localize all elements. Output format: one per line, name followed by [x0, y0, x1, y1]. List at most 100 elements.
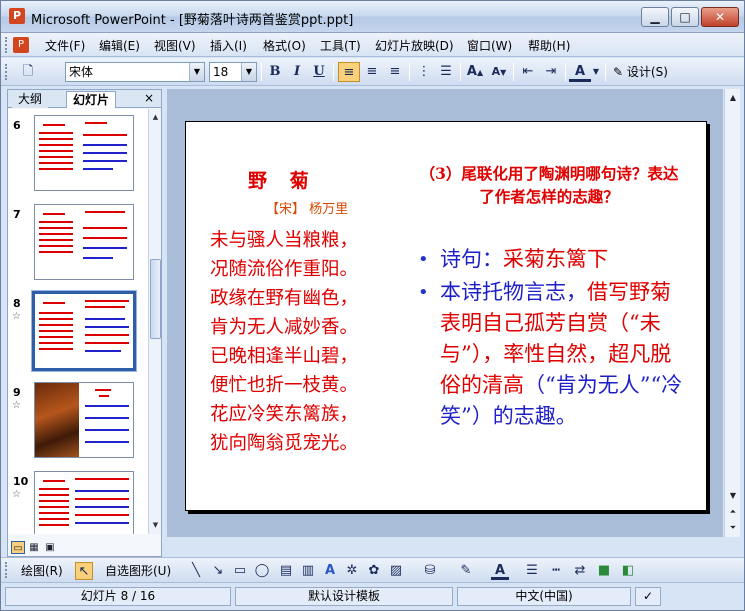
slide-thumbnail-8[interactable]	[31, 290, 137, 372]
decrease-font-icon[interactable]: A▼	[488, 62, 510, 82]
arrow-icon[interactable]: ↘	[209, 562, 227, 580]
thumbnails-scrollbar[interactable]: ▲ ▼	[148, 109, 161, 534]
increase-indent-icon[interactable]: ⇥	[540, 62, 562, 82]
3d-style-icon[interactable]: ◧	[619, 562, 637, 580]
italic-button[interactable]: I	[286, 62, 308, 82]
scroll-up-icon[interactable]: ▲	[727, 91, 739, 105]
design-button[interactable]: ✎ 设计(S)	[613, 62, 668, 82]
slide-thumbnail-7[interactable]	[34, 204, 134, 280]
font-color-icon[interactable]: A	[491, 562, 509, 580]
align-right-icon[interactable]: ≡	[384, 62, 406, 82]
bullet-item: • 诗句：采菊东篱下	[416, 244, 686, 275]
menu-file[interactable]: 文件(F)	[45, 37, 85, 54]
scroll-thumb[interactable]	[150, 259, 161, 339]
formatting-toolbar: 🗋 宋体 ▼ 18 ▼ B I U ≡ ≡ ≡ ⋮ ☰ A▲ A▼ ⇤ ⇥ A …	[1, 58, 744, 86]
menu-slideshow[interactable]: 幻灯片放映(D)	[375, 37, 454, 54]
align-left-icon[interactable]: ≡	[338, 62, 360, 82]
menu-window[interactable]: 窗口(W)	[467, 37, 512, 54]
new-document-icon[interactable]: 🗋	[17, 62, 39, 82]
diagram-icon[interactable]: ✲	[343, 562, 361, 580]
menu-view[interactable]: 视图(V)	[154, 37, 196, 54]
close-button[interactable]: ✕	[701, 7, 739, 27]
line-style-icon[interactable]: ☰	[523, 562, 541, 580]
line-icon[interactable]: ╲	[187, 562, 205, 580]
slide-thumbnail-9[interactable]	[34, 382, 134, 458]
scroll-down-icon[interactable]: ▼	[150, 519, 161, 531]
minimize-button[interactable]: ▁	[641, 7, 669, 27]
poem-text[interactable]: 未与骚人当粮粮， 况随流俗作重阳。 政缘在野有幽色， 肯为无人减妙香。 已晚相逢…	[210, 226, 358, 458]
scroll-up-icon[interactable]: ▲	[150, 111, 161, 123]
menu-insert[interactable]: 插入(I)	[210, 37, 247, 54]
slide-position-status: 幻灯片 8 / 16	[5, 587, 231, 606]
autoshapes-button[interactable]: 自选图形(U)	[105, 562, 171, 580]
question-text[interactable]: （3）尾联化用了陶渊明哪句诗？表达了作者怎样的志趣？	[418, 162, 680, 208]
increase-font-icon[interactable]: A▲	[464, 62, 486, 82]
vertical-textbox-icon[interactable]: ▥	[299, 562, 317, 580]
underline-button[interactable]: U	[308, 62, 330, 82]
font-name-select[interactable]: 宋体 ▼	[65, 62, 205, 82]
toolbar-separator	[513, 63, 514, 81]
clipart-icon[interactable]: ✿	[365, 562, 383, 580]
slide-sorter-view-icon[interactable]: ▦	[27, 541, 41, 554]
maximize-button[interactable]: □	[671, 7, 699, 27]
font-size-select[interactable]: 18 ▼	[209, 62, 257, 82]
bold-button[interactable]: B	[264, 62, 286, 82]
chevron-down-icon[interactable]: ▼	[591, 62, 601, 82]
transition-star-icon: ☆	[12, 311, 21, 322]
shadow-icon[interactable]: ■	[595, 562, 613, 580]
numbered-list-icon[interactable]: ⋮	[413, 62, 435, 82]
bullet-value: 采菊东篱下	[503, 247, 608, 271]
chevron-down-icon[interactable]: ▼	[189, 63, 204, 81]
slideshow-view-icon[interactable]: ▣	[43, 541, 57, 554]
status-bar: 幻灯片 8 / 16 默认设计模板 中文(中国) ✓	[1, 584, 744, 610]
design-template-status[interactable]: 默认设计模板	[235, 587, 453, 606]
poem-title[interactable]: 野 菊	[248, 166, 317, 193]
poem-line: 花应冷笑东篱族，	[210, 404, 359, 425]
spelling-check-icon[interactable]: ✓	[635, 587, 661, 606]
close-pane-icon[interactable]: ×	[144, 91, 154, 105]
arrow-style-icon[interactable]: ⇄	[571, 562, 589, 580]
menu-format[interactable]: 格式(O)	[263, 37, 306, 54]
rectangle-icon[interactable]: ▭	[231, 562, 249, 580]
answer-bullets[interactable]: • 诗句：采菊东篱下 • 本诗托物言志，借写野菊表明自己孤芳自赏（“未与”），率…	[416, 244, 686, 434]
next-slide-icon[interactable]: ⏷	[727, 521, 739, 535]
menu-edit[interactable]: 编辑(E)	[99, 37, 140, 54]
tab-outline[interactable]: 大纲	[12, 91, 49, 108]
document-icon[interactable]: P	[13, 37, 29, 53]
draw-menu-button[interactable]: 绘图(R)	[21, 562, 63, 580]
slides-pane: 大纲 幻灯片 × 6 7 8 ☆ 9 ☆ 10 ☆ ▲ ▼	[7, 89, 162, 557]
slide-thumbnail-10[interactable]	[34, 471, 134, 534]
toolbar-grip-handle[interactable]	[5, 64, 9, 80]
powerpoint-app-icon[interactable]: P	[9, 8, 25, 24]
main-scrollbar[interactable]: ▲ ▼ ⏶ ⏷	[724, 89, 740, 537]
poem-author[interactable]: 【宋】 杨万里	[266, 198, 348, 217]
wordart-icon[interactable]: A	[321, 562, 339, 580]
tab-slides[interactable]: 幻灯片	[66, 91, 117, 108]
menu-tools[interactable]: 工具(T)	[320, 37, 361, 54]
decrease-indent-icon[interactable]: ⇤	[517, 62, 539, 82]
chevron-down-icon[interactable]: ▼	[241, 63, 256, 81]
normal-view-icon[interactable]: ▭	[11, 541, 25, 554]
oval-icon[interactable]: ◯	[253, 562, 271, 580]
current-slide[interactable]: 野 菊 【宋】 杨万里 未与骚人当粮粮， 况随流俗作重阳。 政缘在野有幽色， 肯…	[185, 121, 707, 511]
previous-slide-icon[interactable]: ⏶	[727, 505, 739, 519]
font-color-button[interactable]: A	[569, 62, 591, 82]
menu-help[interactable]: 帮助(H)	[528, 37, 570, 54]
fill-color-icon[interactable]: ⛁	[421, 562, 439, 580]
bullet-list-icon[interactable]: ☰	[435, 62, 457, 82]
bullet-label: 诗句：	[440, 247, 503, 271]
title-bar: P Microsoft PowerPoint - [野菊落叶诗两首鉴赏ppt.p…	[1, 1, 744, 33]
scroll-down-icon[interactable]: ▼	[727, 489, 739, 503]
toolbar-grip-handle[interactable]	[5, 562, 9, 578]
menu-grip-handle[interactable]	[5, 37, 9, 53]
dash-style-icon[interactable]: ┅	[547, 562, 565, 580]
picture-icon[interactable]: ▨	[387, 562, 405, 580]
select-pointer-icon[interactable]: ↖	[75, 562, 93, 580]
align-center-icon[interactable]: ≡	[361, 62, 383, 82]
line-color-icon[interactable]: ✎	[457, 562, 475, 580]
transition-star-icon: ☆	[12, 400, 21, 411]
slide-thumbnail-6[interactable]	[34, 115, 134, 191]
textbox-icon[interactable]: ▤	[277, 562, 295, 580]
poem-line: 况随流俗作重阳。	[210, 259, 359, 280]
bullet-dot-icon: •	[418, 249, 429, 270]
